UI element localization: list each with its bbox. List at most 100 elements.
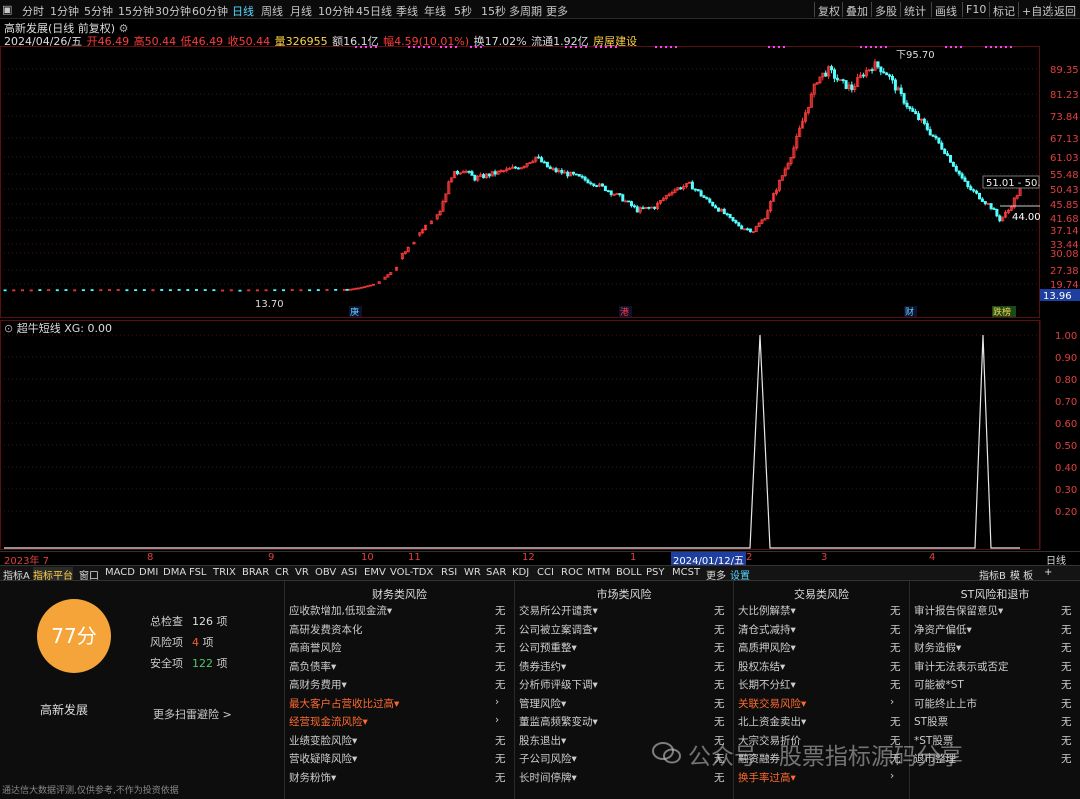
indicator-tab[interactable]: MACD [105, 567, 135, 578]
period-tab[interactable]: 日线 [232, 3, 254, 19]
risk-item[interactable]: 换手率过高▾ › [738, 770, 906, 788]
indicator-tab[interactable]: ASI [341, 567, 357, 578]
period-tab[interactable]: 30分钟 [155, 3, 191, 19]
indicator-tab[interactable]: 设置 [730, 567, 750, 582]
toolbar-button[interactable]: 返回 [1054, 3, 1076, 19]
risk-item[interactable]: 高研发费资本化 无 [289, 622, 511, 640]
risk-item[interactable]: ST股票 无 [914, 714, 1077, 732]
risk-item[interactable]: 审计报告保留意见▾ 无 [914, 603, 1077, 621]
risk-item[interactable]: 业绩变脸风险▾ 无 [289, 733, 511, 751]
indicator-toggle-icon[interactable]: ⊙ [4, 322, 13, 335]
risk-item[interactable]: 大比例解禁▾ 无 [738, 603, 906, 621]
indicator-tab[interactable]: BOLL [616, 567, 642, 578]
period-tab[interactable]: 1分钟 [50, 3, 79, 19]
indicator-tab[interactable]: MTM [587, 567, 610, 578]
risk-item[interactable]: 北上资金卖出▾ 无 [738, 714, 906, 732]
period-tab[interactable]: 5秒 [454, 3, 472, 19]
toolbar-button[interactable]: 标记 [993, 3, 1015, 19]
risk-item[interactable]: 董监高频繁变动▾ 无 [519, 714, 730, 732]
risk-item-chevron-icon[interactable]: › [890, 696, 894, 708]
indicator-tab[interactable]: FSL [189, 567, 207, 578]
indicator-tab-right[interactable]: 指标B [979, 567, 1006, 582]
event-tag[interactable]: 财 [905, 306, 914, 318]
indicator-tab[interactable]: SAR [486, 567, 506, 578]
toolbar-button[interactable]: 复权 [818, 3, 840, 19]
indicator-tab[interactable]: DMI [139, 567, 158, 578]
toolbar-button[interactable]: 叠加 [846, 3, 868, 19]
indicator-tab[interactable]: VR [295, 567, 309, 578]
risk-item[interactable]: 高负债率▾ 无 [289, 659, 511, 677]
indicator-tab[interactable]: 窗口 [79, 567, 99, 582]
risk-item[interactable]: 财务造假▾ 无 [914, 640, 1077, 658]
indicator-tab[interactable]: DMA [163, 567, 186, 578]
risk-item[interactable]: 长期不分红▾ 无 [738, 677, 906, 695]
indicator-tab[interactable]: RSI [441, 567, 457, 578]
period-tab[interactable]: 月线 [290, 3, 312, 19]
period-tab[interactable]: 周线 [261, 3, 283, 19]
indicator-tab[interactable]: 指标A [3, 567, 30, 582]
indicator-chart[interactable]: 1.00 0.90 0.80 0.70 0.60 0.50 0.40 0.30 0.20 [0, 320, 1080, 550]
risk-item[interactable]: 清仓式减持▾ 无 [738, 622, 906, 640]
risk-item-chevron-icon[interactable]: › [495, 696, 499, 708]
event-tag[interactable]: 庚 [350, 306, 359, 318]
period-tab[interactable]: 年线 [424, 3, 446, 19]
risk-item[interactable]: 管理风险▾ 无 [519, 696, 730, 714]
risk-item[interactable]: 分析师评级下调▾ 无 [519, 677, 730, 695]
indicator-tab[interactable]: CR [275, 567, 289, 578]
risk-item[interactable]: 股权冻结▾ 无 [738, 659, 906, 677]
risk-item[interactable]: 财务粉饰▾ 无 [289, 770, 511, 788]
indicator-tab-right[interactable]: 模 板 [1010, 567, 1033, 582]
indicator-tab[interactable]: OBV [315, 567, 336, 578]
risk-item[interactable]: 关联交易风险▾ › [738, 696, 906, 714]
toolbar-button[interactable]: 统计 [904, 3, 926, 19]
indicator-tab[interactable]: VOL-TDX [390, 567, 433, 578]
indicator-tab[interactable]: TRIX [213, 567, 236, 578]
period-tab[interactable]: 季线 [396, 3, 418, 19]
period-tab[interactable]: 5分钟 [84, 3, 113, 19]
indicator-tab[interactable]: 指标平台 [33, 567, 73, 582]
indicator-tab[interactable]: KDJ [512, 567, 529, 578]
risk-item[interactable]: 可能终止上市 无 [914, 696, 1077, 714]
risk-item[interactable]: 净资产偏低▾ 无 [914, 622, 1077, 640]
risk-item-chevron-icon[interactable]: › [495, 714, 499, 726]
risk-item[interactable]: 应收款增加,低现金流▾ 无 [289, 603, 511, 621]
toolbar-button[interactable]: 多股 [875, 3, 897, 19]
indicator-tab[interactable]: EMV [364, 567, 386, 578]
risk-item[interactable]: 公司被立案调查▾ 无 [519, 622, 730, 640]
risk-item[interactable]: 公司预重整▾ 无 [519, 640, 730, 658]
risk-item[interactable]: 高商誉风险 无 [289, 640, 511, 658]
risk-item[interactable]: 交易所公开谴责▾ 无 [519, 603, 730, 621]
event-tag[interactable]: 港 [620, 306, 629, 318]
risk-item[interactable]: 高财务费用▾ 无 [289, 677, 511, 695]
risk-item[interactable]: 高质押风险▾ 无 [738, 640, 906, 658]
toolbar-button[interactable]: +自选 [1022, 3, 1053, 19]
indicator-tab[interactable]: MCST [672, 567, 700, 578]
risk-item[interactable]: 长时间停牌▾ 无 [519, 770, 730, 788]
period-tab[interactable]: 60分钟 [192, 3, 228, 19]
indicator-tab[interactable]: WR [464, 567, 481, 578]
indicator-tab[interactable]: ROC [561, 567, 583, 578]
period-tab[interactable]: 多周期 [509, 3, 542, 19]
period-tab[interactable]: 15秒 [481, 3, 506, 19]
period-tab[interactable]: 45日线 [356, 3, 392, 19]
risk-item[interactable]: 最大客户占营收比过高▾ › [289, 696, 511, 714]
risk-item[interactable]: 债券违约▾ 无 [519, 659, 730, 677]
indicator-tab[interactable]: CCI [537, 567, 554, 578]
period-tab[interactable]: 15分钟 [118, 3, 154, 19]
more-scan-link[interactable]: 更多扫雷避险 > [153, 706, 232, 722]
indicator-tab[interactable]: PSY [646, 567, 665, 578]
period-tab[interactable]: 分时 [22, 3, 44, 19]
risk-item[interactable]: 审计无法表示或否定 无 [914, 659, 1077, 677]
indicator-tab[interactable]: BRAR [242, 567, 269, 578]
risk-item-chevron-icon[interactable]: › [890, 770, 894, 782]
period-tab[interactable]: 更多 [546, 3, 568, 19]
risk-item[interactable]: 经营现金流风险▾ › [289, 714, 511, 732]
toolbar-button[interactable]: F10 [966, 3, 986, 16]
indicator-tab-right[interactable]: + [1044, 567, 1052, 578]
toolbar-button[interactable]: 画线 [935, 3, 957, 19]
period-tab[interactable]: 10分钟 [318, 3, 354, 19]
risk-item[interactable]: 营收疑降风险▾ 无 [289, 751, 511, 769]
candlestick-chart[interactable]: 下95.70 13.70 51.01 - 50. 44.00 庚 港 财 跌榜 [0, 46, 1040, 318]
event-tag[interactable]: 跌榜 [993, 306, 1011, 318]
indicator-tab[interactable]: 更多 [706, 567, 726, 582]
